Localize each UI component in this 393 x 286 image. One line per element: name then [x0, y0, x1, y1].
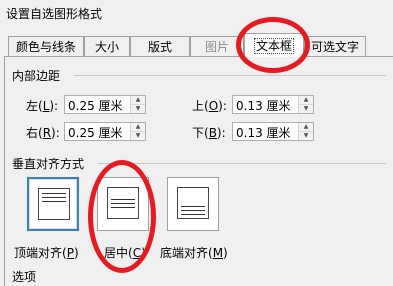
right-margin-spinner[interactable]: 0.25 厘米 ▲ ▼	[64, 122, 146, 141]
left-margin-value[interactable]: 0.25 厘米	[68, 97, 123, 114]
options-section-title: 选项	[12, 270, 37, 284]
align-center-label[interactable]: 居中(C)	[104, 244, 146, 261]
group-separator	[98, 163, 386, 164]
internal-margins-title: 内部边距	[12, 69, 61, 83]
left-margin-spinner[interactable]: 0.25 厘米 ▲ ▼	[64, 95, 146, 114]
right-margin-value[interactable]: 0.25 厘米	[68, 124, 123, 141]
bottom-margin-spinner[interactable]: 0.13 厘米 ▲ ▼	[232, 122, 314, 141]
tab-layout[interactable]: 版式	[130, 36, 190, 56]
tab-label: 版式	[147, 40, 172, 54]
tab-label: 可选文字	[310, 40, 359, 54]
align-center-button[interactable]	[97, 177, 149, 231]
top-margin-label: 上(O):	[192, 99, 227, 113]
top-margin-spinner[interactable]: 0.13 厘米 ▲ ▼	[232, 95, 314, 114]
tab-text-box[interactable]: 文本框	[244, 33, 304, 57]
spin-up-icon[interactable]: ▲	[299, 96, 313, 105]
align-top-icon	[38, 188, 70, 220]
align-bottom-label[interactable]: 底端对齐(M)	[160, 244, 228, 261]
spin-down-icon[interactable]: ▼	[131, 105, 145, 113]
tab-label: 文本框	[253, 38, 294, 54]
vertical-alignment-title: 垂直对齐方式	[12, 157, 85, 171]
tab-colors-and-lines[interactable]: 颜色与线条	[8, 36, 84, 56]
tab-label: 大小	[94, 40, 119, 54]
tab-label: 颜色与线条	[15, 40, 76, 54]
tab-alt-text[interactable]: 可选文字	[304, 36, 366, 56]
align-center-icon	[107, 187, 139, 219]
top-margin-value[interactable]: 0.13 厘米	[236, 97, 291, 114]
left-margin-label: 左(L):	[26, 99, 59, 113]
spin-down-icon[interactable]: ▼	[131, 132, 145, 140]
tab-picture: 图片	[190, 36, 244, 56]
spin-down-icon[interactable]: ▼	[299, 105, 313, 113]
align-bottom-icon	[177, 187, 209, 219]
bottom-margin-label: 下(B):	[192, 126, 226, 140]
tab-label: 图片	[204, 40, 229, 54]
align-top-button[interactable]	[27, 177, 79, 231]
spin-up-icon[interactable]: ▲	[131, 96, 145, 105]
spin-up-icon[interactable]: ▲	[299, 123, 313, 132]
group-separator	[74, 75, 386, 76]
align-bottom-button[interactable]	[167, 177, 219, 231]
tab-size[interactable]: 大小	[84, 36, 130, 56]
align-top-label[interactable]: 顶端对齐(P)	[14, 244, 79, 261]
window-title: 设置自选图形格式	[6, 7, 103, 21]
right-margin-label: 右(R):	[26, 126, 60, 140]
bottom-margin-value[interactable]: 0.13 厘米	[236, 124, 291, 141]
spin-up-icon[interactable]: ▲	[131, 123, 145, 132]
spin-down-icon[interactable]: ▼	[299, 132, 313, 140]
